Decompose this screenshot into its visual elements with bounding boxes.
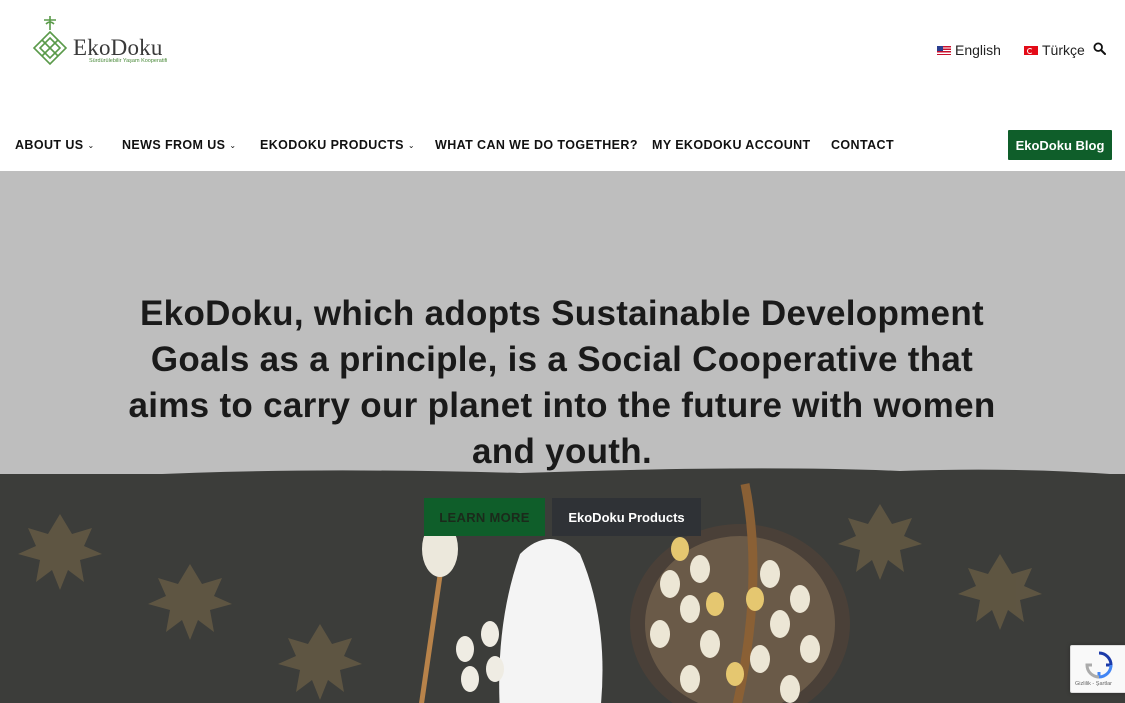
chevron-down-icon: ⌄ xyxy=(87,140,95,150)
hero-headline: EkoDoku, which adopts Sustainable Develo… xyxy=(128,294,996,471)
nav-item-contact[interactable]: CONTACT xyxy=(831,138,894,152)
nav-item-ekodoku-products[interactable]: EKODOKU PRODUCTS ⌄ xyxy=(260,138,415,152)
learn-more-button[interactable]: LEARN MORE xyxy=(424,498,545,536)
language-label: English xyxy=(955,42,1001,58)
us-flag-icon xyxy=(937,45,951,55)
nav-item-news-from-us[interactable]: NEWS FROM US ⌄ xyxy=(122,138,237,152)
nav-item-label: NEWS FROM US xyxy=(122,138,226,152)
ekodoku-blog-button[interactable]: EkoDoku Blog xyxy=(1008,130,1112,160)
site-header: EkoDoku Sürdürülebilir Yaşam Kooperatifi… xyxy=(0,0,1125,110)
language-turkish-link[interactable]: Türkçe xyxy=(1024,42,1085,58)
nav-item-label: CONTACT xyxy=(831,138,894,152)
chevron-down-icon: ⌄ xyxy=(229,140,237,150)
hero-section: EkoDoku, which adopts Sustainable Develo… xyxy=(0,171,1125,703)
nav-item-label: MY EKODOKU ACCOUNT xyxy=(652,138,811,152)
logo-tagline: Sürdürülebilir Yaşam Kooperatifi xyxy=(89,58,168,64)
search-button[interactable] xyxy=(1093,42,1107,56)
nav-item-label: EKODOKU PRODUCTS xyxy=(260,138,404,152)
language-english-link[interactable]: English xyxy=(937,42,1001,58)
nav-item-what-can-we-do-together[interactable]: WHAT CAN WE DO TOGETHER? xyxy=(435,138,638,152)
nav-item-about-us[interactable]: ABOUT US ⌄ xyxy=(15,138,95,152)
logo-emblem-icon xyxy=(32,16,68,66)
nav-item-label: ABOUT US xyxy=(15,138,84,152)
recaptcha-footer-text: Gizlilik - Şartlar xyxy=(1075,681,1112,687)
main-navigation: ABOUT US ⌄ NEWS FROM US ⌄ EKODOKU PRODUC… xyxy=(0,124,1125,170)
nav-item-my-ekodoku-account[interactable]: MY EKODOKU ACCOUNT xyxy=(652,138,811,152)
language-label: Türkçe xyxy=(1042,42,1085,58)
recaptcha-badge[interactable]: Gizlilik - Şartlar xyxy=(1070,645,1125,693)
site-logo[interactable]: EkoDoku Sürdürülebilir Yaşam Kooperatifi xyxy=(30,14,170,70)
chevron-down-icon: ⌄ xyxy=(407,140,416,150)
tr-flag-icon xyxy=(1024,45,1038,55)
ekodoku-products-button[interactable]: EkoDoku Products xyxy=(552,498,701,536)
search-icon xyxy=(1093,42,1106,55)
recaptcha-icon xyxy=(1085,651,1113,679)
nav-item-label: WHAT CAN WE DO TOGETHER? xyxy=(435,138,638,152)
